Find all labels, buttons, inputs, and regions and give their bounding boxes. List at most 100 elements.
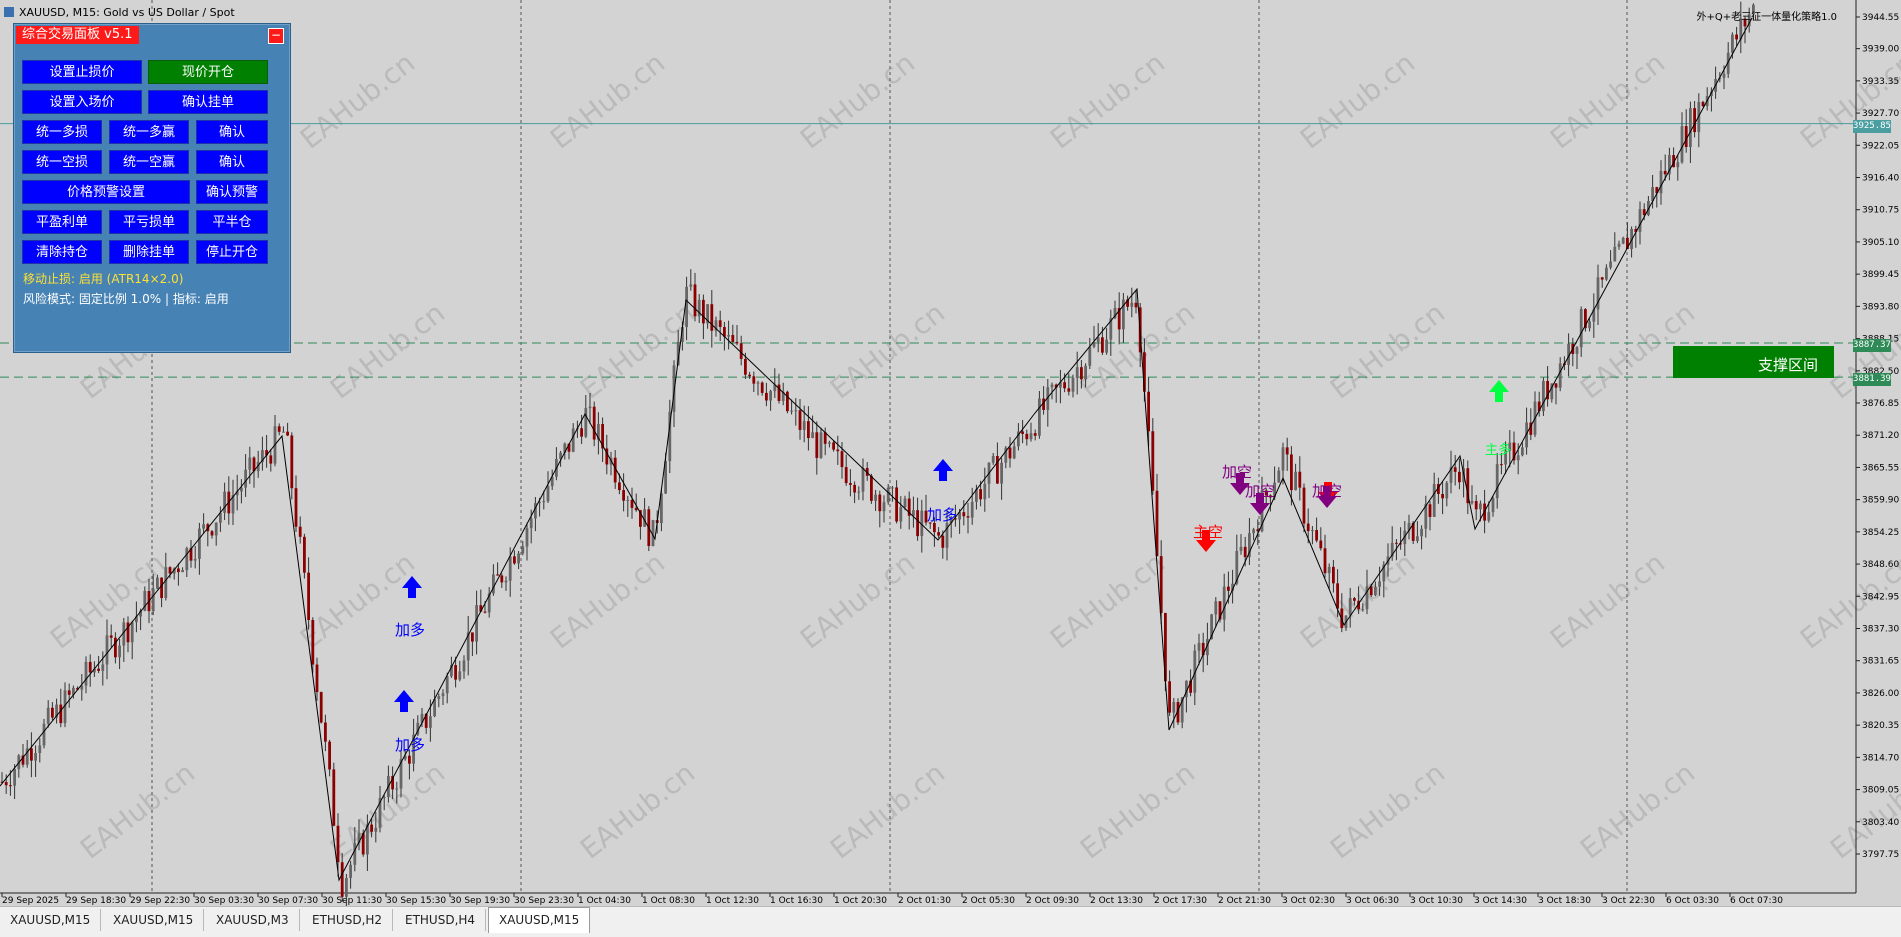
candle-body <box>521 546 525 554</box>
candle-body <box>483 611 487 613</box>
candle-body <box>1689 108 1692 148</box>
set-entry-price-button[interactable]: 设置入场价 <box>22 90 142 114</box>
chart-tab[interactable]: ETHUSD,H2 <box>302 909 394 931</box>
candle-body <box>1701 101 1705 107</box>
candle-body <box>1172 702 1176 713</box>
chart-tab[interactable]: ETHUSD,H4 <box>395 909 487 931</box>
chart-tab[interactable]: XAUUSD,M15 <box>488 907 591 933</box>
candle-body <box>844 467 848 484</box>
candle-body <box>1323 548 1327 574</box>
price-tick-label: 3831.65 <box>1862 657 1899 667</box>
candle-body <box>1168 681 1171 713</box>
candle-body <box>807 421 810 439</box>
candle-body <box>151 588 155 612</box>
candle-body <box>970 501 974 518</box>
unify-long-tp-button[interactable]: 统一多赢 <box>109 120 189 144</box>
chart-tab[interactable]: XAUUSD,M3 <box>206 909 300 931</box>
price-tick-label: 3865.55 <box>1862 463 1899 473</box>
candle-body <box>588 406 592 409</box>
candle-body <box>790 410 793 412</box>
candle-body <box>849 483 852 485</box>
time-tick-label: 1 Oct 16:30 <box>770 896 823 906</box>
candle-body <box>1491 498 1495 513</box>
confirm-alert-button[interactable]: 确认预警 <box>196 180 268 204</box>
candle-body <box>1021 431 1024 434</box>
stop-open-button[interactable]: 停止开仓 <box>196 240 268 264</box>
time-tick-label: 2 Oct 17:30 <box>1154 896 1207 906</box>
buy-arrow-icon <box>394 690 414 712</box>
candle-body <box>500 575 504 583</box>
candle-body <box>765 392 768 401</box>
price-tick-label: 3905.10 <box>1862 238 1899 248</box>
time-tick-label: 29 Sep 2025 <box>2 896 59 906</box>
signal-label: 主多 <box>1485 442 1511 458</box>
candle-body <box>802 421 806 430</box>
watermark-text: EAHub.cn <box>1794 46 1901 155</box>
delete-pending-button[interactable]: 删除挂单 <box>109 240 189 264</box>
buy-arrow-icon <box>933 459 953 481</box>
market-open-button[interactable]: 现价开仓 <box>148 60 268 84</box>
candle-body <box>513 556 516 564</box>
candle-body <box>1735 34 1738 40</box>
candle-body <box>223 491 226 513</box>
price-tick-label: 3803.40 <box>1862 818 1899 828</box>
price-tick-label: 3944.55 <box>1862 13 1899 23</box>
chart-tab[interactable]: XAUUSD,M15 <box>0 909 102 931</box>
unify-short-tp-button[interactable]: 统一空赢 <box>109 150 189 174</box>
candle-body <box>1084 365 1087 380</box>
candle-body <box>1130 302 1134 307</box>
candle-body <box>689 284 693 287</box>
chart-symbol-icon <box>4 7 14 17</box>
confirm-short-button[interactable]: 确认 <box>196 150 268 174</box>
candle-body <box>786 391 789 412</box>
candle-body <box>1369 586 1373 596</box>
candle-body <box>870 475 873 501</box>
candle-body <box>160 577 163 599</box>
panel-title[interactable]: 综合交易面板 v5.1 <box>16 26 139 44</box>
candle-body <box>546 486 550 502</box>
time-tick-label: 30 Sep 15:30 <box>386 896 446 906</box>
candle-body <box>1071 377 1075 392</box>
candle-body <box>210 531 214 536</box>
confirm-pending-button[interactable]: 确认挂单 <box>148 90 268 114</box>
candle-body <box>286 431 289 436</box>
set-stop-loss-button[interactable]: 设置止损价 <box>22 60 142 84</box>
clear-positions-button[interactable]: 清除持仓 <box>22 240 102 264</box>
price-tick-label: 3854.25 <box>1862 528 1899 538</box>
close-half-button[interactable]: 平半仓 <box>196 210 268 234</box>
chart-tab[interactable]: XAUUSD,M15 <box>103 909 205 931</box>
candle-body <box>895 487 898 522</box>
price-chart[interactable]: EAHub.cn EAHub.cn EAHub.cn EAHub.cn EAHub.cn… <box>0 0 1901 906</box>
candle-body <box>88 661 92 673</box>
candle-body <box>1319 540 1323 549</box>
candle-body <box>59 704 63 724</box>
candle-body <box>1243 546 1247 558</box>
candle-body <box>693 284 697 317</box>
candle-body <box>345 877 348 897</box>
candle-body <box>1575 347 1579 354</box>
candle-body <box>702 299 705 324</box>
close-profit-orders-button[interactable]: 平盈利单 <box>22 210 102 234</box>
watermark-text: EAHub.cn <box>574 756 701 865</box>
time-tick-label: 1 Oct 08:30 <box>642 896 695 906</box>
candle-body <box>1731 34 1734 53</box>
close-loss-orders-button[interactable]: 平亏损单 <box>109 210 189 234</box>
candle-body <box>1420 528 1423 537</box>
price-alert-settings-button[interactable]: 价格预警设置 <box>22 180 190 204</box>
candle-body <box>1302 487 1306 524</box>
unify-short-sl-button[interactable]: 统一空损 <box>22 150 102 174</box>
watermark-text: EAHub.cn <box>324 756 451 865</box>
confirm-long-button[interactable]: 确认 <box>196 120 268 144</box>
candle-body <box>1676 162 1680 168</box>
price-tick-label: 3809.05 <box>1862 786 1899 796</box>
candle-body <box>277 426 281 432</box>
candle-body <box>307 572 310 620</box>
candle-body <box>1445 482 1449 499</box>
price-tick-label: 3893.80 <box>1862 302 1899 312</box>
candle-body <box>1458 471 1461 483</box>
candle-body <box>1516 455 1520 461</box>
panel-minimize-button[interactable]: − <box>268 28 284 44</box>
candle-body <box>941 535 945 548</box>
unify-long-sl-button[interactable]: 统一多损 <box>22 120 102 144</box>
candle-body <box>34 752 37 761</box>
